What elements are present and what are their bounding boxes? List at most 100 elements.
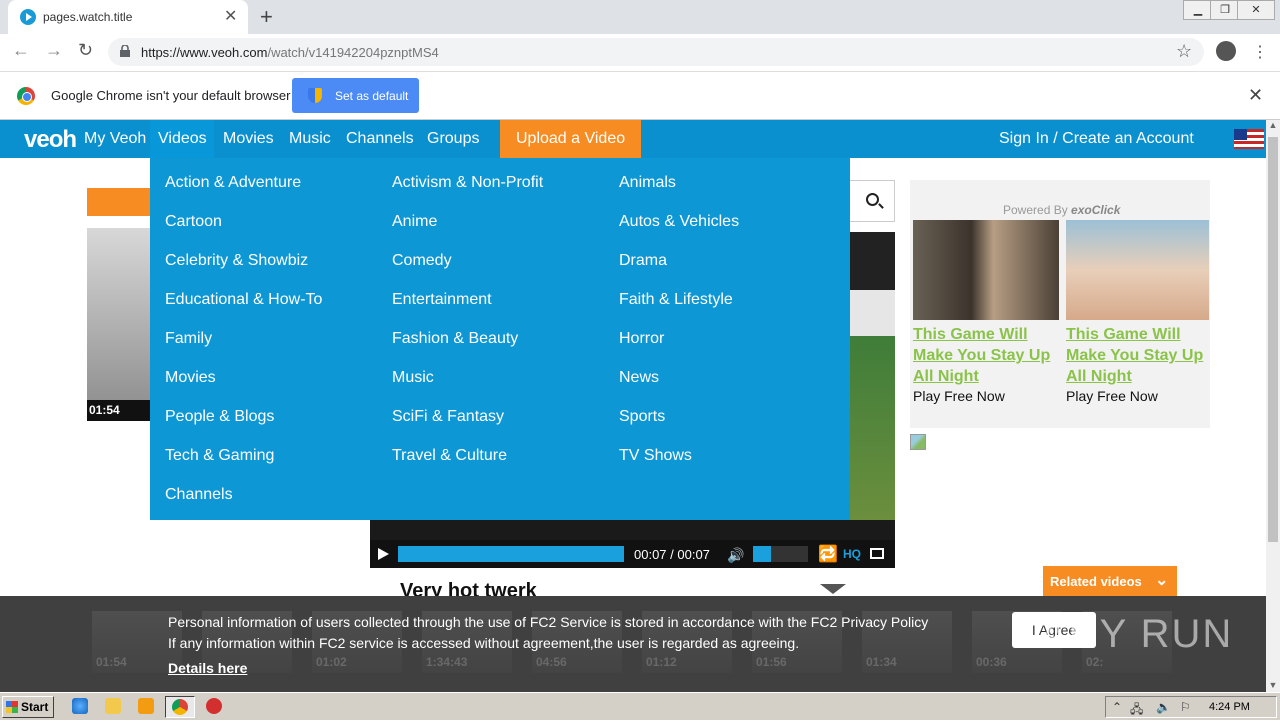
menu-category-link[interactable]: Comedy <box>392 252 452 270</box>
browser-toolbar: ← → ↻ https://www.veoh.com/watch/v141942… <box>0 34 1280 72</box>
media-player-icon[interactable] <box>138 698 154 714</box>
menu-category-link[interactable]: TV Shows <box>619 447 692 465</box>
nav-music[interactable]: Music <box>289 130 331 148</box>
menu-category-link[interactable]: Travel & Culture <box>392 447 507 465</box>
menu-category-link[interactable]: Movies <box>165 369 216 387</box>
nav-videos[interactable]: Videos <box>158 130 207 148</box>
ad-link[interactable]: This Game Will Make You Stay Up All Nigh… <box>1066 324 1211 387</box>
tab-close-icon[interactable]: ✕ <box>224 6 237 26</box>
internet-explorer-icon[interactable] <box>72 698 88 714</box>
scroll-thumb[interactable] <box>1268 137 1278 542</box>
menu-category-link[interactable]: Drama <box>619 252 667 270</box>
search-button[interactable] <box>850 180 895 222</box>
set-as-default-button[interactable]: Set as default <box>292 78 419 113</box>
volume-slider[interactable] <box>753 546 808 562</box>
menu-category-link[interactable]: News <box>619 369 659 387</box>
hq-toggle[interactable]: HQ <box>843 547 861 561</box>
menu-category-link[interactable]: Autos & Vehicles <box>619 213 739 231</box>
menu-category-link[interactable]: Anime <box>392 213 437 231</box>
menu-category-link[interactable]: Faith & Lifestyle <box>619 291 733 309</box>
new-tab-icon[interactable]: + <box>260 4 273 30</box>
menu-category-link[interactable]: Celebrity & Showbiz <box>165 252 308 270</box>
upload-video-label: Upload a Video <box>516 130 626 147</box>
menu-category-link[interactable]: Animals <box>619 174 676 192</box>
profile-avatar-icon[interactable] <box>1216 41 1236 61</box>
nav-channels[interactable]: Channels <box>346 130 414 148</box>
broken-image-icon <box>910 434 926 450</box>
repeat-icon[interactable]: 🔁 <box>818 544 838 564</box>
sign-in-link[interactable]: Sign In / Create an Account <box>999 130 1194 148</box>
ad-subtext: Play Free Now <box>1066 388 1158 404</box>
address-bar[interactable]: https://www.veoh.com/watch/v141942204pzn… <box>108 38 1204 66</box>
fullscreen-icon[interactable] <box>870 548 884 559</box>
browser-tab[interactable]: pages.watch.title ✕ <box>8 0 248 34</box>
lock-icon <box>120 45 130 57</box>
search-icon <box>866 193 879 206</box>
forward-arrow-icon[interactable]: → <box>45 40 63 61</box>
ad-image[interactable] <box>913 220 1059 320</box>
infobar-message: Google Chrome isn't your default browser <box>51 88 291 103</box>
us-flag-icon[interactable] <box>1234 129 1264 149</box>
ad-subtext: Play Free Now <box>913 388 1005 404</box>
nav-my-veoh[interactable]: My Veoh <box>84 130 146 148</box>
consent-text-line-1: Personal information of users collected … <box>168 614 929 630</box>
menu-category-link[interactable]: Entertainment <box>392 291 492 309</box>
menu-category-link[interactable]: Family <box>165 330 212 348</box>
stop-icon[interactable] <box>206 698 222 714</box>
windows-taskbar: Start ⌃ 🖧 🔈 ⚐ 4:24 PM <box>0 692 1280 720</box>
menu-category-link[interactable]: Channels <box>165 486 233 504</box>
time-display: 00:07 / 00:07 <box>634 547 710 562</box>
bookmark-star-icon[interactable]: ☆ <box>1176 41 1192 62</box>
related-videos-button[interactable]: Related videos ⌄ <box>1043 566 1177 596</box>
chrome-menu-icon[interactable]: ⋮ <box>1252 42 1268 62</box>
tray-expand-icon[interactable]: ⌃ <box>1112 700 1122 714</box>
videos-dropdown-menu: Action & Adventure Cartoon Celebrity & Sho… <box>150 158 850 520</box>
menu-category-link[interactable]: Sports <box>619 408 665 426</box>
menu-category-link[interactable]: Horror <box>619 330 664 348</box>
start-button[interactable]: Start <box>2 696 54 718</box>
menu-category-link[interactable]: Fashion & Beauty <box>392 330 518 348</box>
window-close-button[interactable]: ✕ <box>1237 0 1275 20</box>
ad-image[interactable] <box>1066 220 1209 320</box>
upload-video-button[interactable]: Upload a Video <box>500 120 641 158</box>
menu-category-link[interactable]: Educational & How-To <box>165 291 322 309</box>
volume-icon[interactable]: 🔊 <box>727 547 744 564</box>
menu-category-link[interactable]: Cartoon <box>165 213 222 231</box>
menu-category-link[interactable]: Activism & Non-Profit <box>392 174 543 192</box>
progress-bar[interactable] <box>398 546 624 562</box>
scroll-up-icon[interactable]: ▲ <box>1266 120 1280 130</box>
menu-category-link[interactable]: SciFi & Fantasy <box>392 408 504 426</box>
play-icon[interactable] <box>378 548 389 560</box>
url-host: https://www.veoh.com <box>141 45 268 60</box>
menu-category-link[interactable]: Music <box>392 369 434 387</box>
scroll-down-icon[interactable]: ▼ <box>1266 680 1280 690</box>
network-icon[interactable]: 🖧 <box>1130 700 1143 721</box>
menu-category-link[interactable]: Tech & Gaming <box>165 447 274 465</box>
chrome-icon <box>172 699 188 715</box>
taskbar-chrome-button[interactable] <box>165 696 195 718</box>
page-scrollbar[interactable]: ▲ ▼ <box>1266 120 1280 692</box>
nav-movies[interactable]: Movies <box>223 130 274 148</box>
window-minimize-button[interactable]: ▁ <box>1183 0 1213 20</box>
window-restore-button[interactable]: ❐ <box>1210 0 1240 20</box>
player-controls: 00:07 / 00:07 🔊 🔁 HQ <box>370 540 895 568</box>
veoh-logo[interactable]: veoh <box>24 126 77 154</box>
collapse-arrow-icon[interactable] <box>820 584 846 594</box>
ad-link[interactable]: This Game Will Make You Stay Up All Nigh… <box>913 324 1058 387</box>
consent-details-link[interactable]: Details here <box>168 660 247 676</box>
menu-category-link[interactable]: Action & Adventure <box>165 174 301 192</box>
speaker-icon[interactable]: 🔈 <box>1156 700 1171 714</box>
folder-icon[interactable] <box>105 698 121 714</box>
consent-text-line-2: If any information within FC2 service is… <box>168 635 800 651</box>
menu-category-link[interactable]: People & Blogs <box>165 408 274 426</box>
nav-groups[interactable]: Groups <box>427 130 479 148</box>
reload-icon[interactable]: ↻ <box>78 40 93 61</box>
flag-icon[interactable]: ⚐ <box>1180 700 1191 714</box>
start-label: Start <box>21 700 49 714</box>
chrome-logo-icon <box>17 87 35 105</box>
back-arrow-icon[interactable]: ← <box>12 40 30 61</box>
left-video-thumbnail[interactable] <box>87 228 150 421</box>
video-frame[interactable] <box>850 290 895 520</box>
infobar-close-icon[interactable]: ✕ <box>1248 85 1263 106</box>
tab-strip: pages.watch.title ✕ + ▁ ❐ ✕ <box>0 0 1280 34</box>
